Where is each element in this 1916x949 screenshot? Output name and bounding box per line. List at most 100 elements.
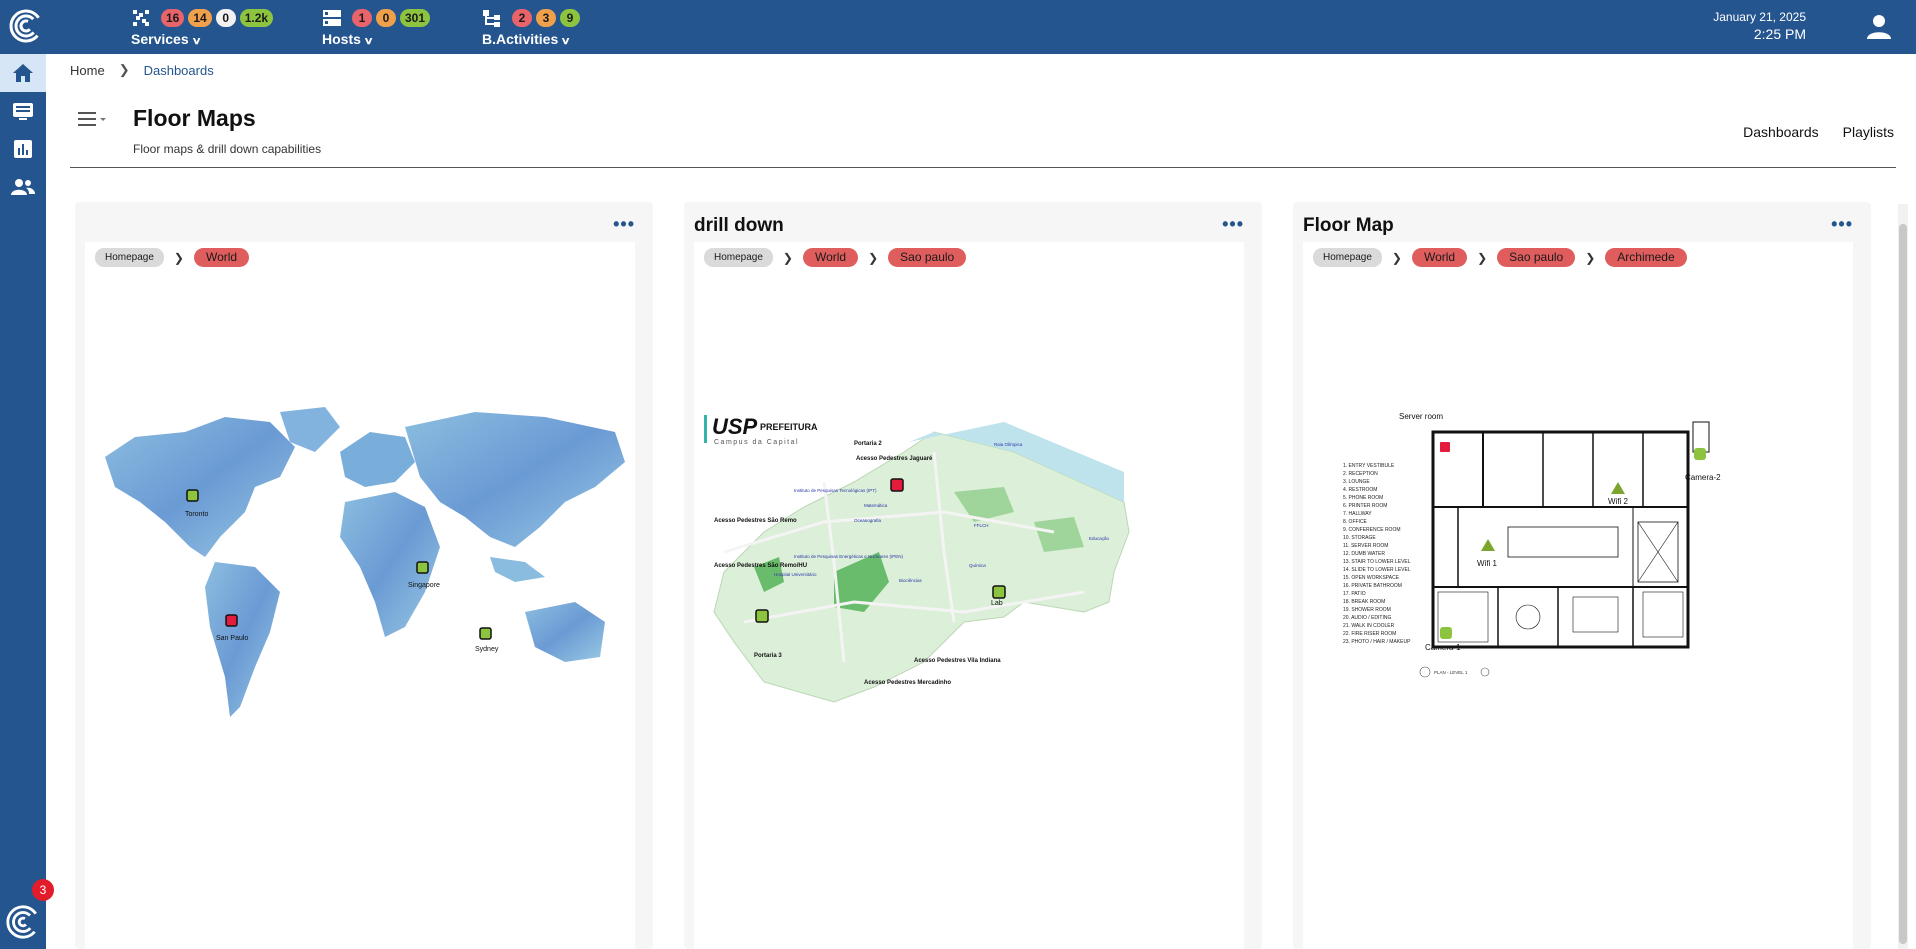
breadcrumb: Home ❯ Dashboards: [70, 62, 214, 78]
hosts-up-count[interactable]: 301: [400, 9, 431, 27]
floor-map-crumbs: Homepage ❯ World ❯ Sao paulo ❯ Archimede: [1313, 248, 1687, 267]
dashboards-link[interactable]: Dashboards: [1743, 124, 1819, 140]
svg-text:18. BREAK ROOM: 18. BREAK ROOM: [1343, 599, 1385, 605]
svg-text:PLAN - LEVEL 1: PLAN - LEVEL 1: [1434, 670, 1468, 675]
map-label-sao-remo-hu: Acesso Pedestres São Remo/HU: [714, 563, 807, 569]
marker-sydney[interactable]: Sydney: [475, 627, 499, 653]
sidebar-item-monitor[interactable]: [0, 92, 46, 130]
crumb-world[interactable]: World: [193, 248, 250, 267]
drill-down-panel: drill down ••• Homepage ❯ World ❯ Sao pa…: [684, 202, 1262, 949]
crumb-sao-paulo[interactable]: Sao paulo: [1497, 248, 1576, 267]
marker-label-sydney: Sydney: [475, 646, 499, 653]
svg-text:20. AUDIO / EDITING: 20. AUDIO / EDITING: [1343, 615, 1391, 621]
hosts-label: Hosts: [322, 31, 361, 47]
campus-map[interactable]: USP PREFEITURA Campus da Capital Portari…: [704, 412, 1234, 762]
marker-critical-site[interactable]: [890, 478, 904, 492]
panel-options-icon[interactable]: •••: [613, 214, 635, 235]
campus-map-header: USP: [712, 414, 758, 439]
svg-text:2. RECEPTION: 2. RECEPTION: [1343, 471, 1378, 477]
marker-sao-remo-site[interactable]: [755, 609, 769, 623]
panel-options-icon[interactable]: •••: [1831, 214, 1853, 235]
svg-text:12. DUMB WATER: 12. DUMB WATER: [1343, 551, 1385, 557]
header-divider: [70, 167, 1896, 168]
services-ok-count[interactable]: 1.2k: [239, 9, 274, 27]
business-activities-menu[interactable]: B.Activities ∨: [482, 31, 580, 47]
breadcrumb-home[interactable]: Home: [70, 63, 105, 78]
crumb-sao-paulo[interactable]: Sao paulo: [888, 248, 967, 267]
map-label-portaria-3: Portaria 3: [754, 653, 782, 659]
crumb-homepage[interactable]: Homepage: [1313, 248, 1382, 267]
home-icon: [13, 64, 33, 82]
user-account-icon[interactable]: [1864, 12, 1894, 42]
crumb-archimede[interactable]: Archimede: [1605, 248, 1687, 267]
services-unknown-count[interactable]: 0: [215, 9, 236, 27]
svg-text:16. PRIVATE BATHROOM: 16. PRIVATE BATHROOM: [1343, 583, 1402, 589]
marker-wifi-1[interactable]: Wifi 1: [1477, 539, 1498, 568]
services-menu[interactable]: Services ∨: [131, 31, 273, 47]
sidebar-item-reports[interactable]: [0, 130, 46, 168]
ba-warning-count[interactable]: 3: [536, 9, 556, 27]
page-scrollbar[interactable]: [1898, 204, 1908, 949]
panel-options-icon[interactable]: •••: [1222, 214, 1244, 235]
marker-label-lab: Lab: [991, 600, 1003, 607]
breadcrumb-dashboards[interactable]: Dashboards: [144, 63, 214, 78]
svg-text:21. WALK IN COOLER: 21. WALK IN COOLER: [1343, 623, 1395, 629]
crumb-homepage[interactable]: Homepage: [95, 248, 164, 267]
brand-logo-icon[interactable]: [4, 903, 42, 941]
marker-wifi-2[interactable]: Wifi 2: [1608, 482, 1629, 506]
chevron-right-icon: ❯: [173, 250, 184, 265]
sidebar-item-users[interactable]: [0, 168, 46, 206]
campus-map-caption: Campus da Capital: [714, 439, 799, 446]
sidebar-item-home[interactable]: [0, 54, 46, 92]
crumb-homepage[interactable]: Homepage: [704, 248, 773, 267]
chevron-right-icon: ❯: [1477, 250, 1488, 265]
crumb-world[interactable]: World: [1411, 248, 1468, 267]
marker-label-wifi-1: Wifi 1: [1477, 559, 1498, 568]
hosts-unreachable-count[interactable]: 0: [376, 9, 396, 27]
current-time: 2:25 PM: [1753, 26, 1806, 42]
scrollbar-thumb[interactable]: [1899, 224, 1907, 944]
notification-badge[interactable]: 3: [32, 879, 54, 901]
svg-text:23. PHOTO / HAIR / MAKEUP: 23. PHOTO / HAIR / MAKEUP: [1343, 639, 1411, 645]
marker-camera-2[interactable]: Camera-2: [1685, 448, 1721, 482]
page-title: Floor Maps: [133, 105, 256, 131]
chevron-right-icon: ❯: [118, 62, 130, 77]
svg-text:6. PRINTER ROOM: 6. PRINTER ROOM: [1343, 503, 1387, 509]
services-warning-count[interactable]: 14: [188, 9, 212, 27]
room-legend: 1. ENTRY VESTIBULE 2. RECEPTION 3. LOUNG…: [1343, 463, 1411, 645]
floor-map-panel: Floor Map ••• Homepage ❯ World ❯ Sao pau…: [1293, 202, 1871, 949]
hosts-menu[interactable]: Hosts ∨: [322, 31, 430, 47]
hosts-down-count[interactable]: 1: [352, 9, 372, 27]
map-label-jaguare: Acesso Pedestres Jaguaré: [856, 456, 933, 462]
map-label-sao-remo: Acesso Pedestres São Remo: [714, 518, 797, 524]
datetime: January 21, 2025 2:25 PM: [1713, 9, 1806, 43]
marker-label-wifi-2: Wifi 2: [1608, 497, 1629, 506]
services-status-group[interactable]: 16 14 0 1.2k Services ∨: [131, 8, 274, 47]
svg-text:9. CONFERENCE ROOM: 9. CONFERENCE ROOM: [1343, 527, 1401, 533]
header-links: Dashboards Playlists: [1743, 124, 1894, 140]
playlists-link[interactable]: Playlists: [1843, 124, 1894, 140]
ba-critical-count[interactable]: 2: [512, 9, 532, 27]
map-label-hospital: Hospital Universitário: [774, 572, 817, 577]
map-label-oceanografia: Oceanografia: [854, 518, 882, 523]
svg-text:15. OPEN WORKSPACE: 15. OPEN WORKSPACE: [1343, 575, 1400, 581]
crumb-world[interactable]: World: [802, 248, 859, 267]
business-activities-label: B.Activities: [482, 31, 559, 47]
hamburger-menu-icon[interactable]: [78, 109, 108, 129]
services-critical-count[interactable]: 16: [161, 9, 185, 27]
world-map[interactable]: Toronto Singapore San Paulo Sydney: [95, 407, 630, 737]
hosts-status-group[interactable]: 1 0 301 Hosts ∨: [322, 8, 431, 47]
floor-plan[interactable]: 1. ENTRY VESTIBULE 2. RECEPTION 3. LOUNG…: [1343, 412, 1793, 742]
svg-text:7. HALLWAY: 7. HALLWAY: [1343, 511, 1372, 517]
svg-text:17. PATIO: 17. PATIO: [1343, 591, 1366, 597]
business-activities-status-group[interactable]: 2 3 9 B.Activities ∨: [482, 8, 580, 47]
plan-label: PLAN - LEVEL 1: [1419, 666, 1490, 678]
campus-map-header-sub: PREFEITURA: [760, 422, 818, 432]
svg-text:4. RESTROOM: 4. RESTROOM: [1343, 487, 1377, 493]
bar-chart-icon: [14, 140, 32, 158]
app-logo-icon[interactable]: [6, 6, 46, 46]
marker-camera-1[interactable]: Camera-1: [1425, 627, 1461, 652]
svg-text:19. SHOWER ROOM: 19. SHOWER ROOM: [1343, 607, 1391, 613]
drill-down-crumbs: Homepage ❯ World ❯ Sao paulo: [704, 248, 967, 267]
ba-ok-count[interactable]: 9: [560, 9, 580, 27]
